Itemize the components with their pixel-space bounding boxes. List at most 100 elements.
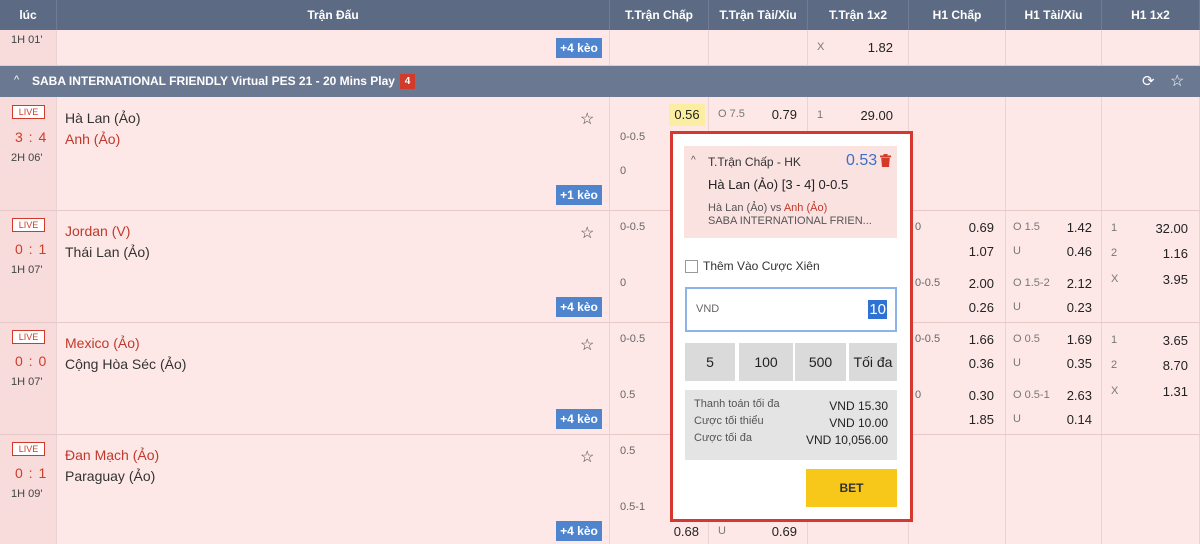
bet-selection-card: ^ T.Trận Chấp - HK 0.53 Hà Lan (Ảo) [3 -… bbox=[684, 146, 897, 238]
max-bet-value: VND 10,056.00 bbox=[805, 433, 888, 447]
match-time: 1H 07' bbox=[11, 264, 43, 276]
odd-value[interactable]: 0.14 bbox=[1050, 412, 1092, 427]
odd-value[interactable]: 0.26 bbox=[950, 300, 994, 315]
odd-value[interactable]: 32.00 bbox=[1140, 221, 1188, 236]
favorite-star-icon[interactable]: ☆ bbox=[580, 109, 594, 129]
odd-label: X bbox=[1111, 273, 1119, 285]
bet-league: SABA INTERNATIONAL FRIEN... bbox=[708, 215, 872, 227]
bet-pick: Hà Lan (Ảo) [3 - 4] 0-0.5 bbox=[708, 177, 849, 192]
odd-value[interactable]: 2.63 bbox=[1050, 388, 1092, 403]
odd-label: O 0.5-1 bbox=[1013, 389, 1050, 401]
col-ft-handicap: T.Trận Chấp bbox=[610, 0, 709, 30]
quick-stake-max-button[interactable]: Tối đa bbox=[849, 343, 897, 381]
bet-market: T.Trận Chấp - HK bbox=[708, 155, 801, 169]
odd-value[interactable]: 0.69 bbox=[950, 220, 994, 235]
odd-value[interactable]: 0.30 bbox=[950, 388, 994, 403]
odd-value[interactable]: 1.16 bbox=[1140, 246, 1188, 261]
match-score: 0 : 0 bbox=[15, 353, 48, 369]
odd-value-highlighted[interactable]: 0.56 bbox=[669, 104, 705, 126]
odd-value[interactable]: 1.82 bbox=[850, 40, 893, 55]
more-markets-button[interactable]: +4 kèo bbox=[556, 521, 602, 541]
handicap-line: 0-0.5 bbox=[620, 221, 646, 233]
odd-value[interactable]: 1.85 bbox=[950, 412, 994, 427]
odd-value[interactable]: 1.31 bbox=[1140, 384, 1188, 399]
odd-label: O 1.5 bbox=[1013, 221, 1040, 233]
bet-button[interactable]: BET bbox=[806, 469, 897, 507]
odd-value[interactable]: 8.70 bbox=[1140, 358, 1188, 373]
odd-value[interactable]: 1.07 bbox=[950, 244, 994, 259]
min-bet-value: VND 10.00 bbox=[829, 416, 888, 430]
bet-slip-popup: ^ T.Trận Chấp - HK 0.53 Hà Lan (Ảo) [3 -… bbox=[670, 131, 913, 522]
odd-value[interactable]: 1.42 bbox=[1050, 220, 1092, 235]
col-h1-over-under: H1 Tài/Xỉu bbox=[1006, 0, 1102, 30]
away-team: Thái Lan (Ảo) bbox=[65, 244, 150, 260]
table-row: LIVE 3 : 4 2H 06' Hà Lan (Ảo) Anh (Ảo) ☆… bbox=[0, 97, 1200, 211]
refresh-icon[interactable]: ⟳ bbox=[1142, 72, 1155, 90]
favorite-star-icon[interactable]: ☆ bbox=[580, 223, 594, 243]
odd-label: 1 bbox=[1111, 334, 1118, 346]
handicap-line: 0-0.5 bbox=[915, 333, 941, 345]
bet-match: Hà Lan (Ảo) vs Anh (Ảo) bbox=[708, 202, 827, 214]
odd-label: U bbox=[1013, 301, 1021, 313]
odd-value[interactable]: 1.66 bbox=[950, 332, 994, 347]
quick-stake-500-button[interactable]: 500 bbox=[795, 343, 846, 381]
col-ft-1x2: T.Trận 1x2 bbox=[808, 0, 909, 30]
odd-value[interactable]: 0.23 bbox=[1050, 300, 1092, 315]
max-payout-value: VND 15.30 bbox=[829, 399, 888, 413]
table-row: LIVE 0 : 0 1H 07' Mexico (Ảo) Cộng Hòa S… bbox=[0, 323, 1200, 435]
col-h1-handicap: H1 Chấp bbox=[909, 0, 1006, 30]
odd-value[interactable]: 3.95 bbox=[1140, 272, 1188, 287]
odd-label: U bbox=[718, 525, 726, 537]
odd-value[interactable]: 0.35 bbox=[1050, 356, 1092, 371]
odd-value[interactable]: 0.69 bbox=[760, 524, 797, 539]
away-team: Anh (Ảo) bbox=[65, 131, 121, 147]
odd-label: 2 bbox=[1111, 359, 1118, 371]
favorite-star-icon[interactable]: ☆ bbox=[580, 335, 594, 355]
col-h1-1x2: H1 1x2 bbox=[1102, 0, 1200, 30]
odd-value[interactable]: 0.36 bbox=[950, 356, 994, 371]
min-bet-label: Cược tối thiểu bbox=[694, 415, 764, 427]
league-header[interactable]: ^ SABA INTERNATIONAL FRIENDLY Virtual PE… bbox=[0, 66, 1200, 97]
more-markets-button[interactable]: +4 kèo bbox=[556, 409, 602, 429]
match-count-badge: 4 bbox=[400, 74, 415, 89]
match-time: 1H 09' bbox=[11, 488, 43, 500]
match-score: 0 : 1 bbox=[15, 241, 48, 257]
quick-stake-5-button[interactable]: 5 bbox=[685, 343, 735, 381]
odd-label: O 7.5 bbox=[718, 108, 745, 120]
odd-value[interactable]: 2.00 bbox=[950, 276, 994, 291]
odd-value[interactable]: 29.00 bbox=[850, 108, 893, 123]
odd-value[interactable]: 3.65 bbox=[1140, 333, 1188, 348]
more-markets-button[interactable]: +1 kèo bbox=[556, 185, 602, 205]
live-badge: LIVE bbox=[12, 442, 45, 456]
odd-value[interactable]: 2.12 bbox=[1050, 276, 1092, 291]
odd-value[interactable]: 0.46 bbox=[1050, 244, 1092, 259]
handicap-line: 0 bbox=[620, 277, 627, 289]
favorite-star-icon[interactable]: ☆ bbox=[580, 447, 594, 467]
odd-value[interactable]: 1.69 bbox=[1050, 332, 1092, 347]
handicap-line: 0-0.5 bbox=[620, 131, 646, 143]
bet-limits-panel: Thanh toán tối đa VND 15.30 Cược tối thi… bbox=[685, 390, 897, 460]
odd-value[interactable]: 0.68 bbox=[660, 524, 699, 539]
league-name: SABA INTERNATIONAL FRIENDLY Virtual PES … bbox=[32, 74, 395, 88]
live-badge: LIVE bbox=[12, 218, 45, 232]
more-markets-button[interactable]: +4 kèo bbox=[556, 38, 602, 58]
live-badge: LIVE bbox=[12, 105, 45, 119]
stake-input[interactable]: VND 10 bbox=[685, 287, 897, 332]
quick-stake-100-button[interactable]: 100 bbox=[739, 343, 793, 381]
collapse-chevron-icon[interactable]: ^ bbox=[691, 155, 696, 166]
odd-value[interactable]: 0.79 bbox=[760, 107, 797, 122]
away-team: Paraguay (Ảo) bbox=[65, 468, 156, 484]
parlay-label: Thêm Vào Cược Xiên bbox=[703, 259, 820, 273]
bet-price: 0.53 bbox=[846, 152, 878, 169]
home-team: Mexico (Ảo) bbox=[65, 335, 140, 351]
star-icon[interactable]: ☆ bbox=[1170, 71, 1184, 91]
more-markets-button[interactable]: +4 kèo bbox=[556, 297, 602, 317]
parlay-checkbox[interactable] bbox=[685, 260, 698, 273]
stake-value[interactable]: 10 bbox=[868, 300, 887, 319]
trash-icon[interactable] bbox=[880, 154, 891, 167]
home-team: Hà Lan (Ảo) bbox=[65, 110, 141, 126]
match-score: 0 : 1 bbox=[15, 465, 48, 481]
handicap-line: 0 bbox=[620, 165, 627, 177]
collapse-chevron-icon[interactable]: ^ bbox=[14, 74, 19, 86]
match-time: 1H 01' bbox=[11, 34, 43, 46]
